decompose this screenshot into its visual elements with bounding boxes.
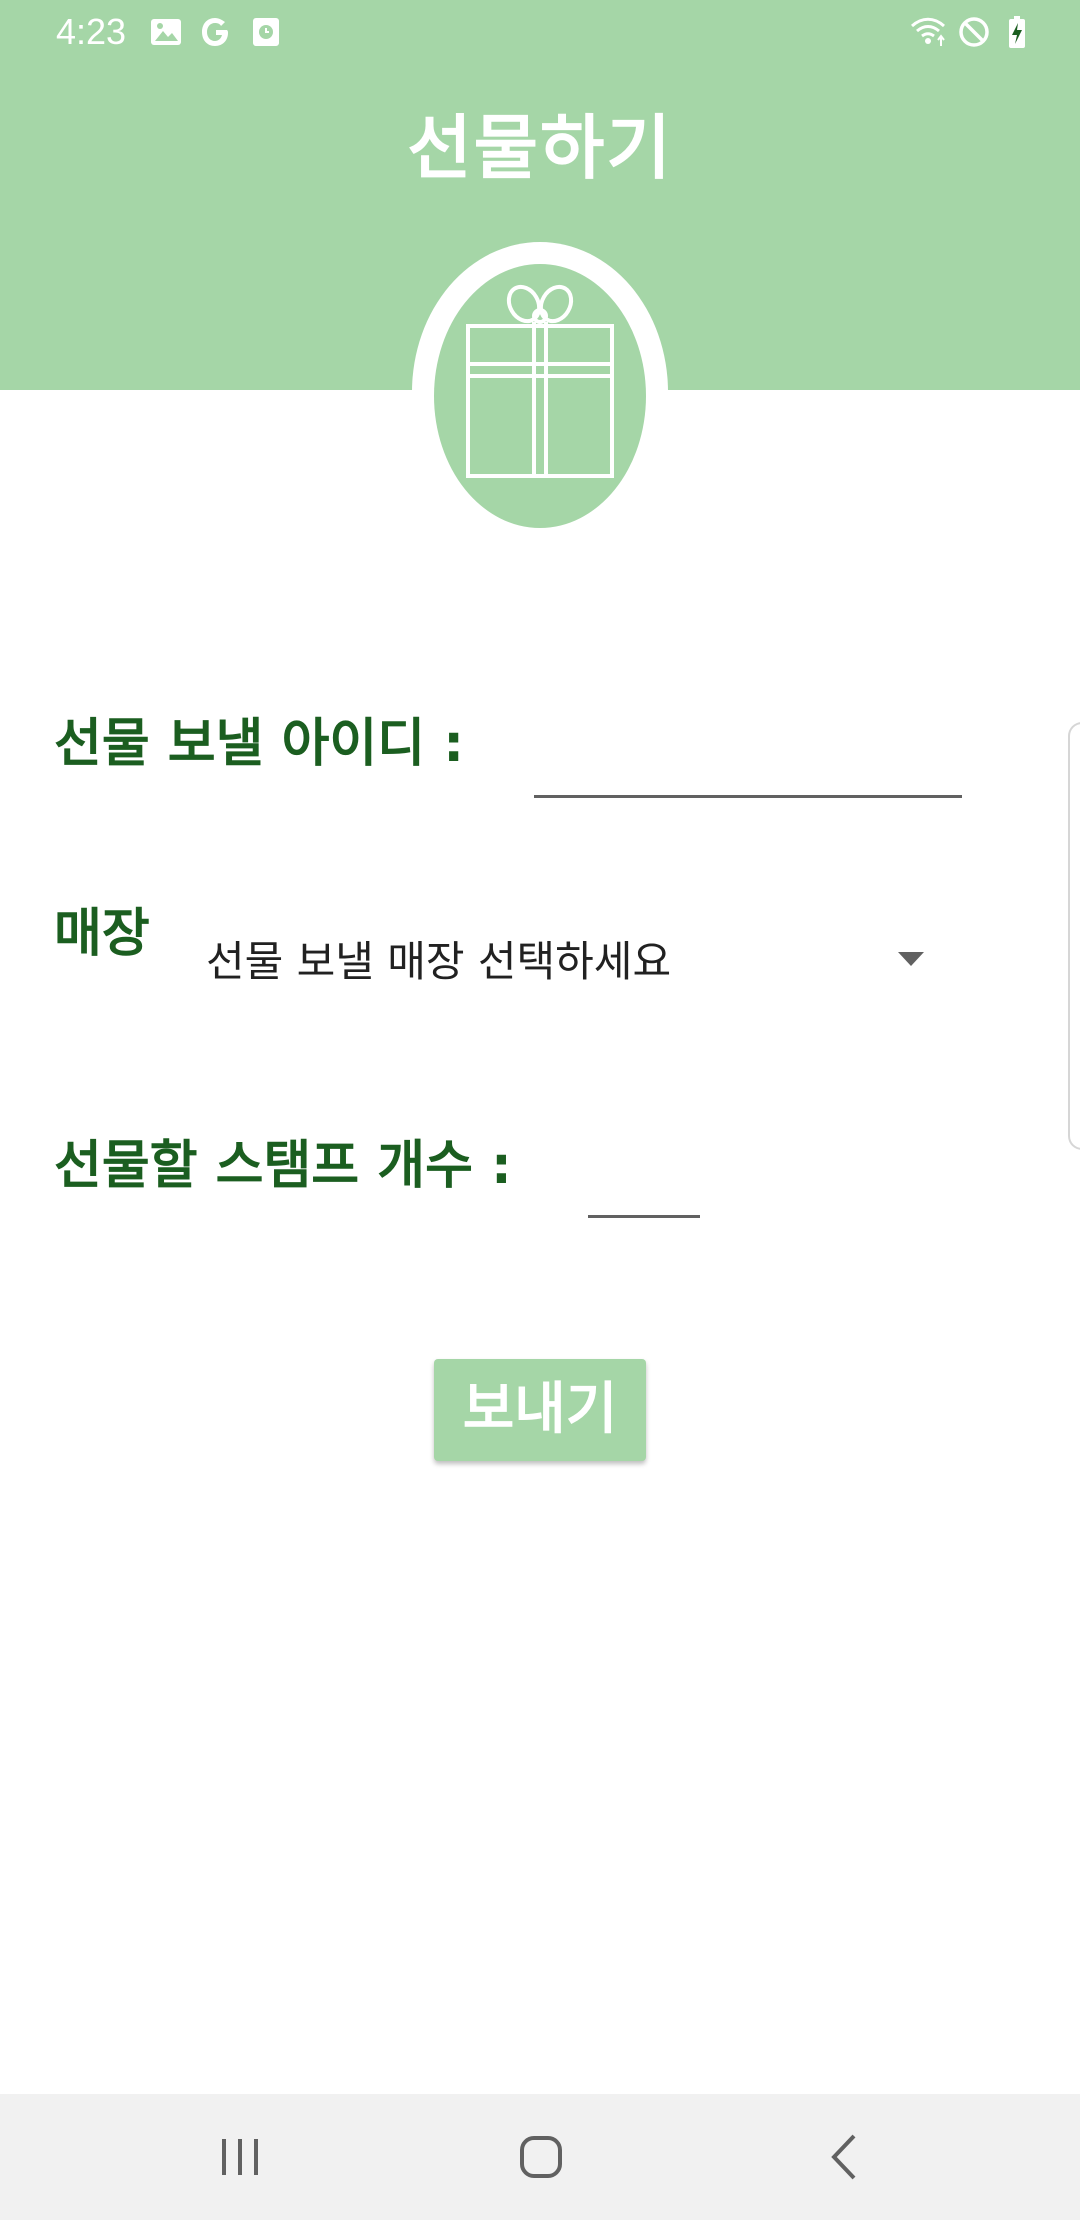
back-icon[interactable] [794,2114,894,2200]
recipient-id-input[interactable] [534,726,962,798]
page-title: 선물하기 [407,107,673,189]
stamp-count-label: 선물할 스탬프 개수 : [54,1136,512,1196]
status-bar: 4:23 [0,0,1080,64]
gift-icon [466,284,614,478]
dropdown-arrow-icon [898,952,924,966]
store-label: 매장 [54,904,150,964]
wifi-icon [908,12,948,52]
navigation-bar [0,2094,1080,2220]
home-icon[interactable] [490,2114,590,2200]
battery-charging-icon [1000,12,1040,52]
store-spinner[interactable]: 선물 보낼 매장 선택하세요 [190,920,950,1004]
clock-app-icon [246,12,286,52]
gallery-icon [146,12,186,52]
status-time: 4:23 [56,11,127,52]
send-button[interactable]: 보내기 [434,1359,646,1461]
do-not-disturb-icon [954,12,994,52]
recent-apps-icon[interactable] [190,2114,290,2200]
recipient-id-label: 선물 보낼 아이디 : [54,714,464,774]
stamp-count-input[interactable] [588,1146,700,1218]
store-spinner-value: 선물 보낼 매장 선택하세요 [206,937,672,986]
edge-panel-handle[interactable] [1068,722,1080,1150]
google-icon [196,12,236,52]
